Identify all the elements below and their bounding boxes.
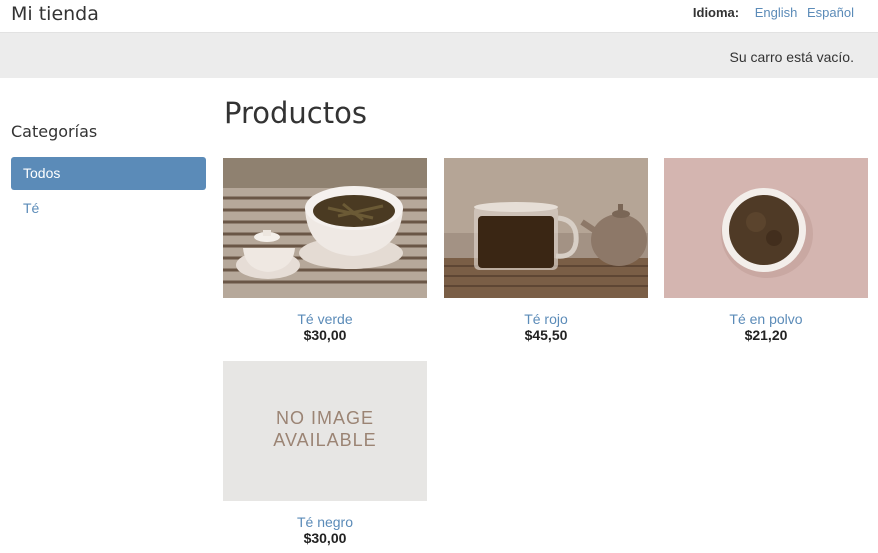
category-list: Todos Té	[11, 157, 206, 225]
store-logo[interactable]: Mi tienda	[11, 3, 99, 25]
product-image-link[interactable]	[223, 158, 427, 298]
product-card: Té en polvo $21,20	[664, 158, 868, 344]
product-image-link[interactable]	[444, 158, 648, 298]
product-name[interactable]: Té negro	[223, 514, 427, 530]
red-tea-image	[444, 158, 648, 298]
product-name[interactable]: Té en polvo	[664, 311, 868, 327]
product-image-link[interactable]: NO IMAGE AVAILABLE	[223, 361, 427, 501]
site-header: Mi tienda Idioma: English Español	[0, 0, 878, 32]
product-image-link[interactable]	[664, 158, 868, 298]
product-price: $30,00	[303, 327, 347, 343]
category-item-todos[interactable]: Todos	[11, 157, 206, 190]
page-title: Productos	[224, 96, 367, 130]
product-card: Té rojo $45,50	[444, 158, 648, 344]
language-label: Idioma:	[692, 5, 740, 20]
language-link-espanol[interactable]: Español	[807, 5, 854, 20]
product-name[interactable]: Té verde	[223, 311, 427, 327]
language-selector: Idioma: English Español	[693, 5, 854, 20]
cart-bar: Su carro está vacío.	[0, 32, 878, 78]
language-link-english[interactable]: English	[755, 5, 798, 20]
product-price: $21,20	[744, 327, 788, 343]
product-card: NO IMAGE AVAILABLE Té negro $30,00	[223, 361, 427, 547]
green-tea-image	[223, 158, 427, 298]
product-name[interactable]: Té rojo	[444, 311, 648, 327]
product-card: Té verde $30,00	[223, 158, 427, 344]
cart-status: Su carro está vacío.	[729, 49, 854, 65]
placeholder-text-line-1: NO IMAGE	[276, 408, 374, 428]
category-item-te[interactable]: Té	[11, 192, 206, 225]
no-image-placeholder: NO IMAGE AVAILABLE	[223, 361, 427, 501]
categories-title: Categorías	[11, 122, 98, 141]
placeholder-text-line-2: AVAILABLE	[273, 430, 376, 450]
product-price: $30,00	[303, 530, 347, 546]
product-price: $45,50	[524, 327, 568, 343]
tea-powder-image	[664, 158, 868, 298]
